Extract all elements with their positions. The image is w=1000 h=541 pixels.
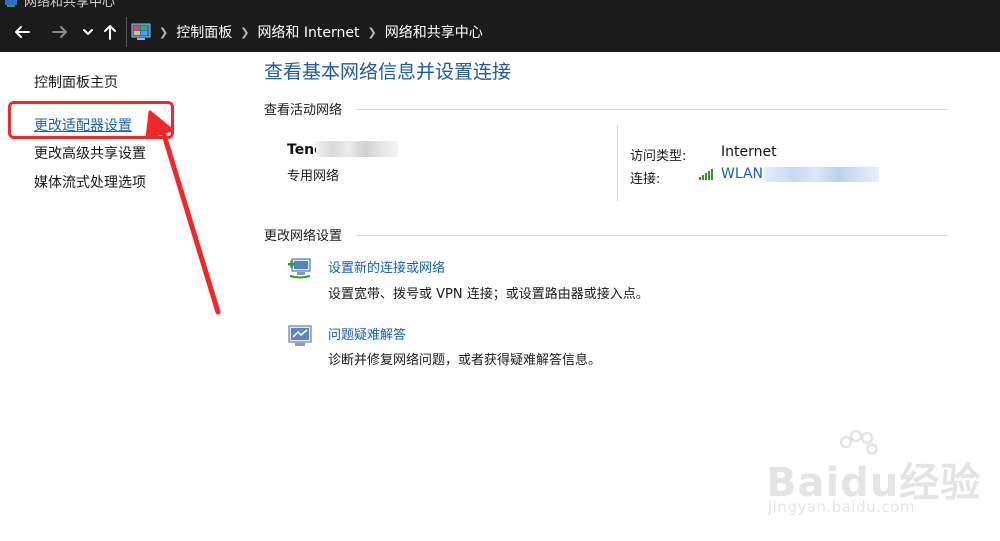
network-center-icon [5,0,17,7]
wifi-signal-icon [699,169,713,180]
connection-label: 连接: [630,172,661,187]
divider [356,235,948,236]
highlight-box [8,101,174,139]
sidebar-item-advanced-sharing[interactable]: 更改高级共享设置 [34,143,146,163]
forward-button[interactable] [48,20,72,44]
page-title: 查看基本网络信息并设置连接 [264,61,512,83]
sidebar-item-media-streaming[interactable]: 媒体流式处理选项 [34,172,146,192]
vertical-divider [617,125,618,201]
watermark-site: jingyan.baidu.com [768,498,915,516]
breadcrumb-network-sharing-center[interactable]: 网络和共享中心 [385,22,483,42]
setup-new-connection-desc: 设置宽带、拨号或 VPN 连接；或设置路由器或接入点。 [328,287,649,302]
breadcrumb-control-panel[interactable]: 控制面板 [176,22,232,42]
new-connection-icon [288,258,311,279]
recent-locations-button[interactable] [76,20,100,44]
back-arrow-icon [15,26,30,38]
baidu-jingyan-watermark: Baidu经验 jingyan.baidu.com [760,430,980,525]
breadcrumb-network-internet[interactable]: 网络和 Internet [257,22,359,42]
navigation-bar: ❯ 控制面板 ❯ 网络和 Internet ❯ 网络和共享中心 [0,12,1000,52]
access-type-value: Internet [721,144,777,160]
control-panel-icon [131,23,151,40]
troubleshoot-icon [288,325,312,346]
setup-new-connection-link[interactable]: 设置新的连接或网络 [328,257,445,276]
breadcrumb-separator-icon: ❯ [367,25,377,39]
breadcrumb-separator-icon: ❯ [159,25,169,39]
back-button[interactable] [10,20,34,44]
up-button[interactable] [98,20,122,44]
connection-wlan-link[interactable]: WLAN [721,166,763,182]
network-type-link[interactable]: 专用网络 [287,165,339,184]
active-networks-heading: 查看活动网络 [264,103,343,118]
troubleshoot-link[interactable]: 问题疑难解答 [328,324,406,343]
up-arrow-icon [104,25,116,40]
window-title: 网络和共享中心 [24,0,116,10]
redacted-ssid [764,167,879,182]
access-type-label: 访问类型: [630,149,687,164]
sidebar-item-control-panel-home[interactable]: 控制面板主页 [34,72,118,92]
troubleshoot-desc: 诊断并修复网络问题，或者获得疑难解答信息。 [328,353,602,368]
divider [356,109,948,110]
redacted-network-name [316,141,398,157]
change-network-settings-heading: 更改网络设置 [264,229,343,244]
address-bar[interactable]: ❯ 控制面板 ❯ 网络和 Internet ❯ 网络和共享中心 [126,17,1000,47]
sidebar: 控制面板主页 更改适配器设置 更改高级共享设置 媒体流式处理选项 [0,52,236,541]
forward-arrow-icon [52,26,67,38]
chevron-down-icon [83,29,93,35]
breadcrumb-separator-icon: ❯ [240,25,250,39]
title-bar: 网络和共享中心 [0,0,1000,12]
